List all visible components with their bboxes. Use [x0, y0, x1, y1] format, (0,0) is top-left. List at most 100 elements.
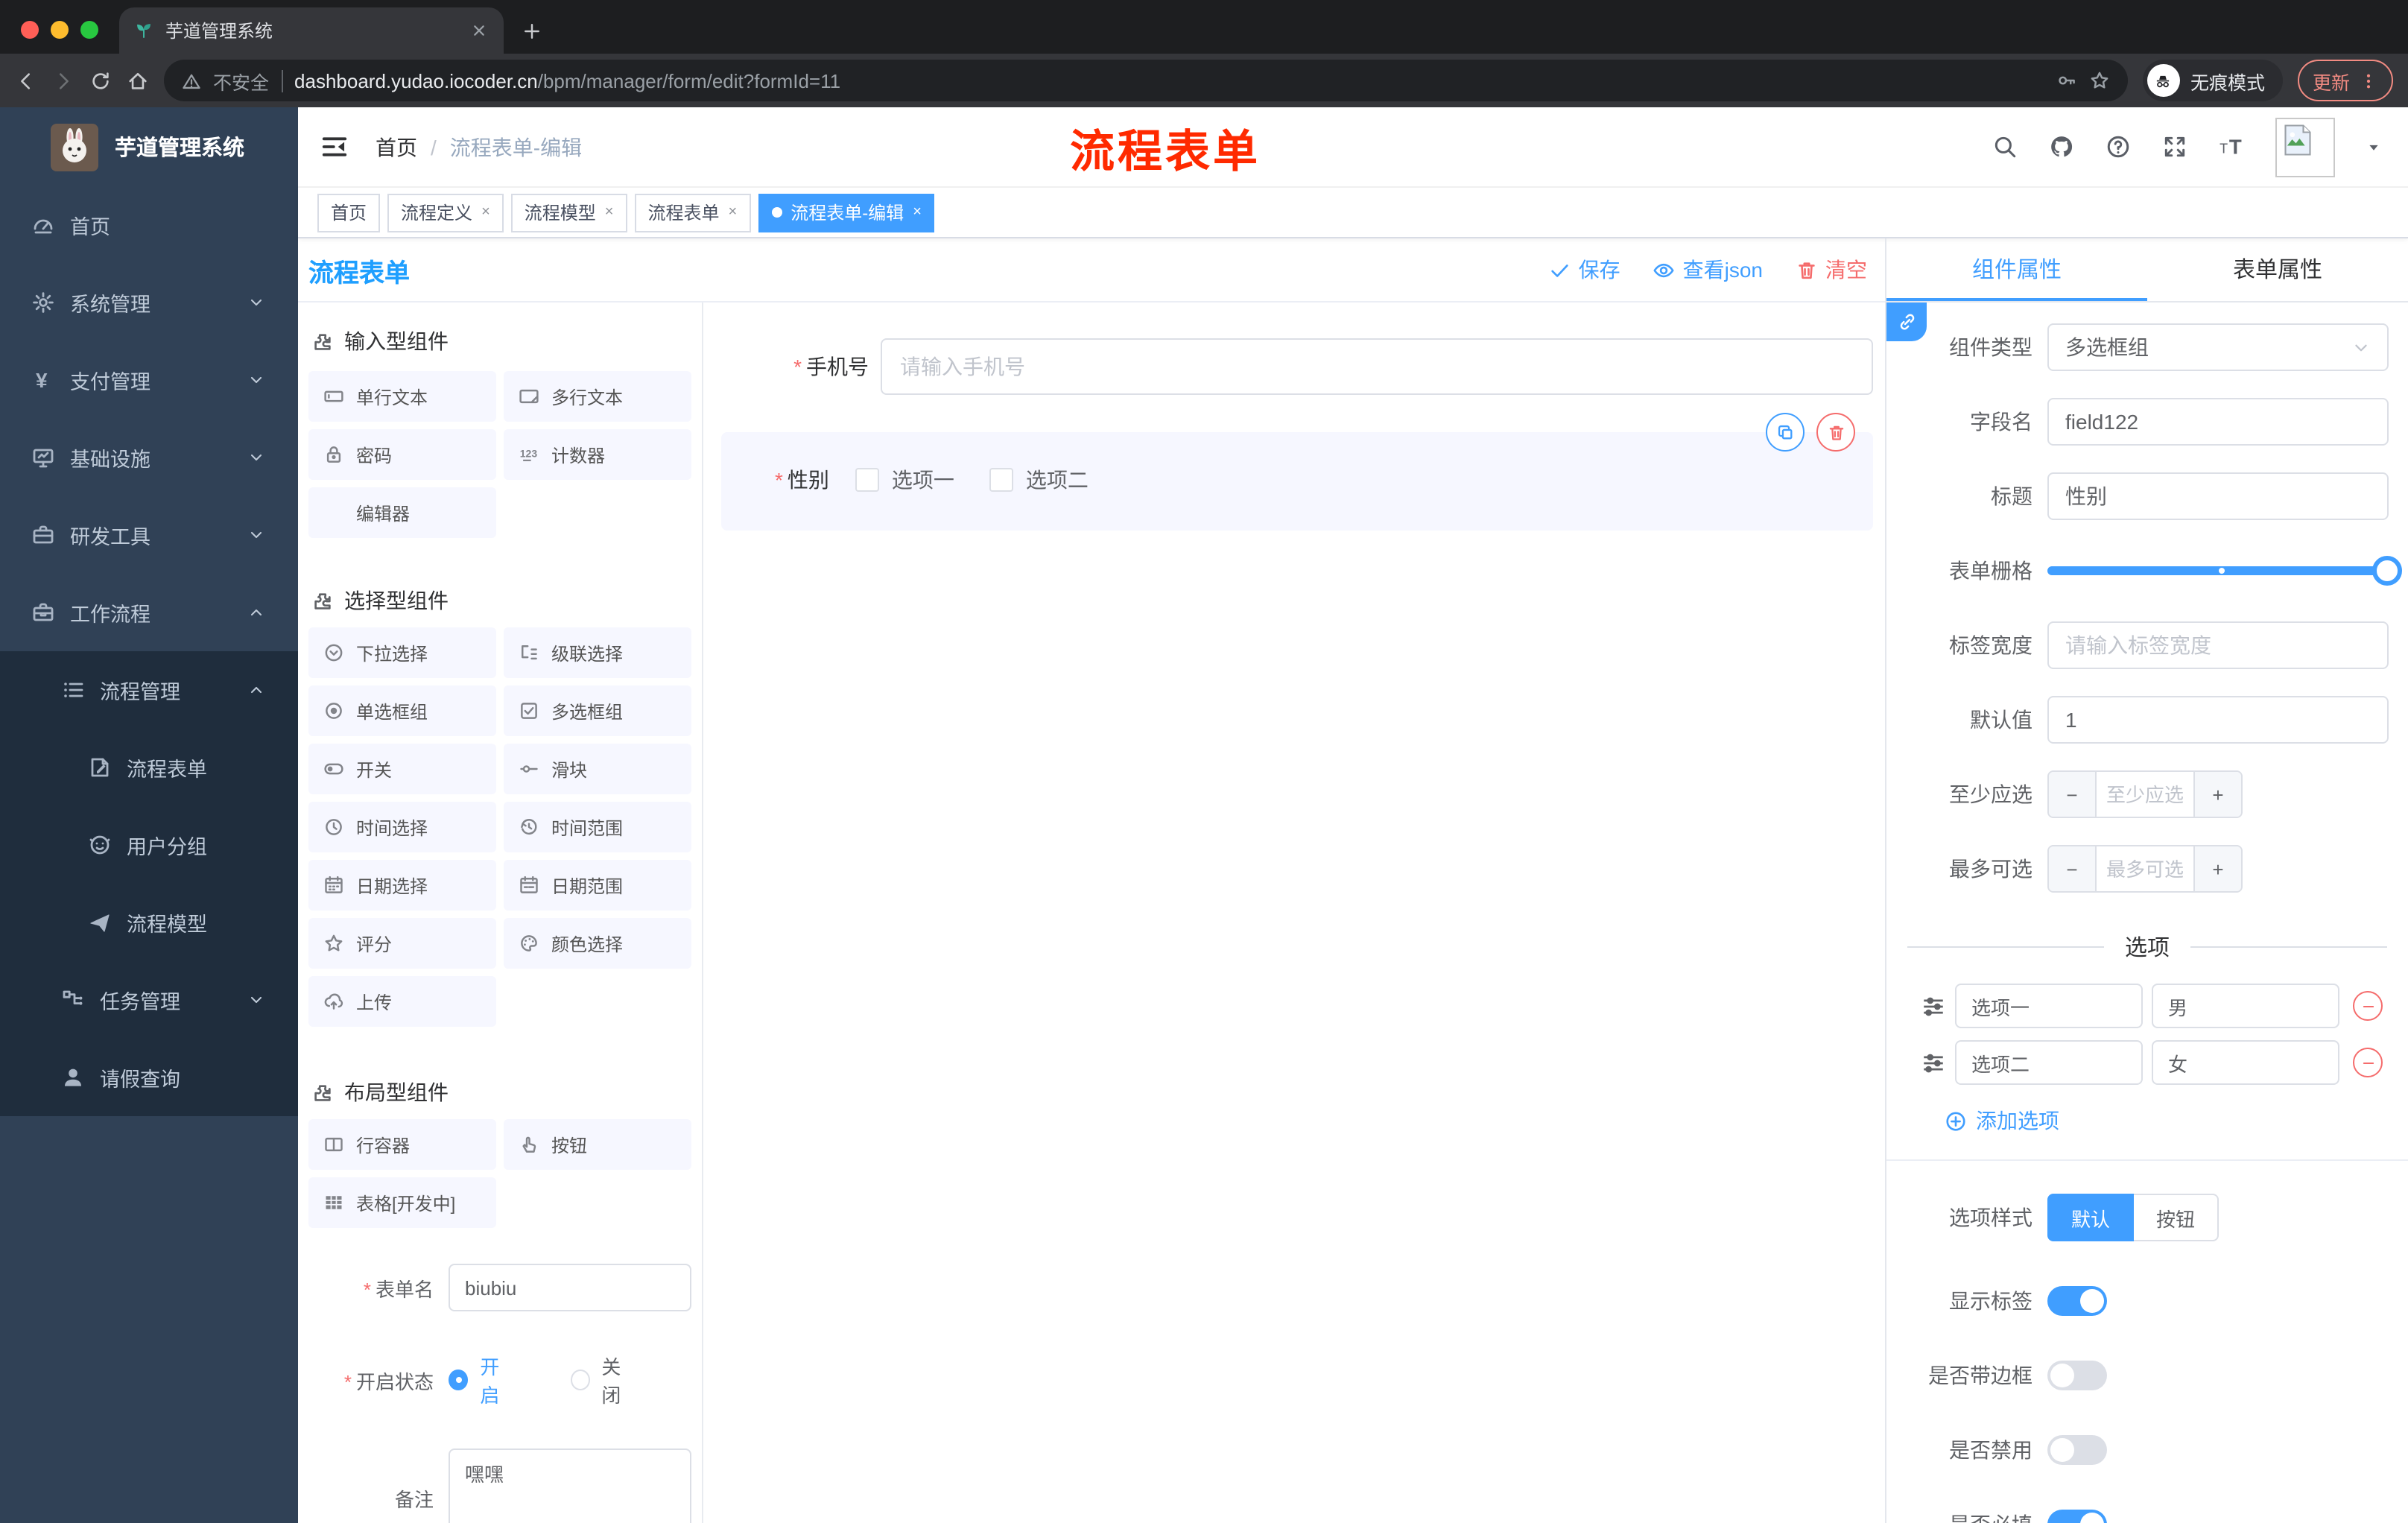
component-item[interactable]: 多选框组 — [504, 685, 691, 736]
close-window-button[interactable] — [21, 21, 39, 39]
maximize-window-button[interactable] — [80, 21, 98, 39]
component-item[interactable]: 评分 — [308, 918, 496, 969]
style-button-button[interactable]: 按钮 — [2134, 1194, 2220, 1241]
remove-option-icon[interactable] — [2353, 991, 2383, 1021]
form-remark-textarea[interactable] — [449, 1448, 691, 1523]
sidebar-item[interactable]: 工作流程 — [0, 574, 298, 651]
tag[interactable]: 流程模型 × — [510, 193, 627, 232]
drag-handle-icon[interactable] — [1921, 1050, 1946, 1075]
help-icon[interactable] — [2106, 134, 2131, 159]
tag[interactable]: 首页 — [317, 193, 381, 232]
form-canvas[interactable]: *手机号 *性别 — [703, 303, 1885, 1523]
component-item[interactable]: 级联选择 — [504, 627, 691, 678]
tag-close-icon[interactable]: × — [481, 204, 490, 221]
browser-tab[interactable]: 芋道管理系统 — [119, 7, 504, 54]
sidebar-collapse-icon[interactable] — [298, 133, 364, 161]
min-select-input[interactable] — [2097, 772, 2193, 817]
label-width-input[interactable] — [2047, 621, 2389, 669]
view-json-button[interactable]: 查看json — [1653, 255, 1763, 285]
component-item[interactable]: 编辑器 — [308, 487, 496, 538]
component-item[interactable]: 表格[开发中] — [308, 1177, 496, 1228]
component-item[interactable]: 时间选择 — [308, 802, 496, 852]
form-grid-slider[interactable] — [2047, 547, 2402, 595]
component-item[interactable]: 行容器 — [308, 1119, 496, 1170]
tag[interactable]: 流程定义 × — [387, 193, 504, 232]
tab-component-props[interactable]: 组件属性 — [1886, 238, 2147, 301]
title-input[interactable] — [2047, 472, 2389, 520]
field-name-input[interactable] — [2047, 398, 2389, 446]
style-default-button[interactable]: 默认 — [2047, 1194, 2135, 1241]
sidebar-item[interactable]: 系统管理 — [0, 264, 298, 341]
sidebar-subitem[interactable]: 用户分组 — [0, 806, 298, 884]
sidebar-item[interactable]: ¥ 支付管理 — [0, 341, 298, 419]
sidebar-subitem[interactable]: 流程模型 — [0, 884, 298, 961]
component-type-select[interactable]: 多选框组 — [2047, 323, 2389, 371]
tag[interactable]: 流程表单-编辑 × — [758, 193, 935, 232]
bookmark-star-icon[interactable] — [2089, 70, 2110, 91]
tab-close-icon[interactable] — [469, 21, 489, 40]
save-button[interactable]: 保存 — [1549, 255, 1620, 285]
component-item[interactable]: 密码 — [308, 429, 496, 480]
sidebar-item[interactable]: 研发工具 — [0, 496, 298, 574]
option-value-input[interactable] — [2152, 984, 2339, 1028]
new-tab-button[interactable] — [522, 21, 542, 42]
font-size-icon[interactable]: TT — [2219, 134, 2244, 159]
option-label-input[interactable] — [1955, 984, 2143, 1028]
back-icon[interactable] — [15, 69, 37, 92]
sidebar-item[interactable]: 首页 — [0, 186, 298, 264]
github-icon[interactable] — [2049, 134, 2074, 159]
search-icon[interactable] — [1992, 134, 2018, 159]
canvas-field-gender-selected[interactable]: * 性别 选项一 选项二 — [721, 413, 1873, 531]
clear-button[interactable]: 清空 — [1796, 255, 1867, 285]
component-item[interactable]: 按钮 — [504, 1119, 691, 1170]
copy-component-button[interactable] — [1766, 413, 1805, 452]
slider-track[interactable] — [2047, 556, 2402, 586]
sidebar-subitem[interactable]: 流程表单 — [0, 729, 298, 806]
component-item[interactable]: 上传 — [308, 976, 496, 1027]
avatar[interactable] — [2275, 117, 2335, 177]
component-item[interactable]: 多行文本 — [504, 371, 691, 422]
delete-component-button[interactable] — [1816, 413, 1855, 452]
sidebar-subitem[interactable]: 流程管理 — [0, 651, 298, 729]
link-tag-icon[interactable] — [1886, 303, 1927, 341]
max-select-input[interactable] — [2097, 846, 2193, 891]
toggle-switch[interactable] — [2047, 1361, 2107, 1390]
status-radio-closed[interactable]: 关闭 — [570, 1352, 638, 1408]
form-name-input[interactable] — [449, 1264, 691, 1311]
component-item[interactable]: 日期范围 — [504, 860, 691, 911]
tag[interactable]: 流程表单 × — [634, 193, 751, 232]
stepper-plus-icon[interactable]: + — [2193, 772, 2241, 817]
component-item[interactable]: 滑块 — [504, 744, 691, 794]
gender-checkbox[interactable]: 选项一 — [855, 465, 954, 495]
component-item[interactable]: 日期选择 — [308, 860, 496, 911]
address-bar[interactable]: 不安全 dashboard.yudao.iocoder.cn/bpm/manag… — [164, 60, 2128, 101]
tab-form-props[interactable]: 表单属性 — [2147, 238, 2408, 301]
remove-option-icon[interactable] — [2353, 1048, 2383, 1077]
gender-checkbox[interactable]: 选项二 — [989, 465, 1089, 495]
tag-close-icon[interactable]: × — [605, 204, 614, 221]
option-value-input[interactable] — [2152, 1040, 2339, 1085]
drag-handle-icon[interactable] — [1921, 993, 1946, 1019]
component-item[interactable]: 颜色选择 — [504, 918, 691, 969]
checkbox-icon[interactable] — [855, 468, 880, 492]
default-value-input[interactable] — [2047, 696, 2389, 744]
breadcrumb-home[interactable]: 首页 — [376, 132, 417, 162]
phone-input[interactable] — [881, 338, 1873, 395]
tag-close-icon[interactable]: × — [729, 204, 738, 221]
add-option-button[interactable]: 添加选项 — [1945, 1106, 2408, 1136]
component-item[interactable]: 开关 — [308, 744, 496, 794]
canvas-field-phone[interactable]: * 手机号 — [703, 338, 1885, 395]
stepper-minus-icon[interactable]: − — [2049, 772, 2097, 817]
sidebar-subitem[interactable]: 请假查询 — [0, 1039, 298, 1116]
browser-menu-icon[interactable] — [2359, 71, 2378, 90]
tag-close-icon[interactable]: × — [913, 204, 922, 221]
checkbox-icon[interactable] — [989, 468, 1014, 492]
sidebar-subitem[interactable]: 任务管理 — [0, 961, 298, 1039]
component-item[interactable]: 单选框组 — [308, 685, 496, 736]
stepper-plus-icon[interactable]: + — [2193, 846, 2241, 891]
browser-update-button[interactable]: 更新 — [2297, 60, 2393, 101]
reload-icon[interactable] — [89, 69, 112, 92]
avatar-caret-icon[interactable] — [2366, 139, 2381, 154]
status-radio-open[interactable]: 开启 — [449, 1352, 516, 1408]
slider-knob[interactable] — [2372, 556, 2402, 586]
